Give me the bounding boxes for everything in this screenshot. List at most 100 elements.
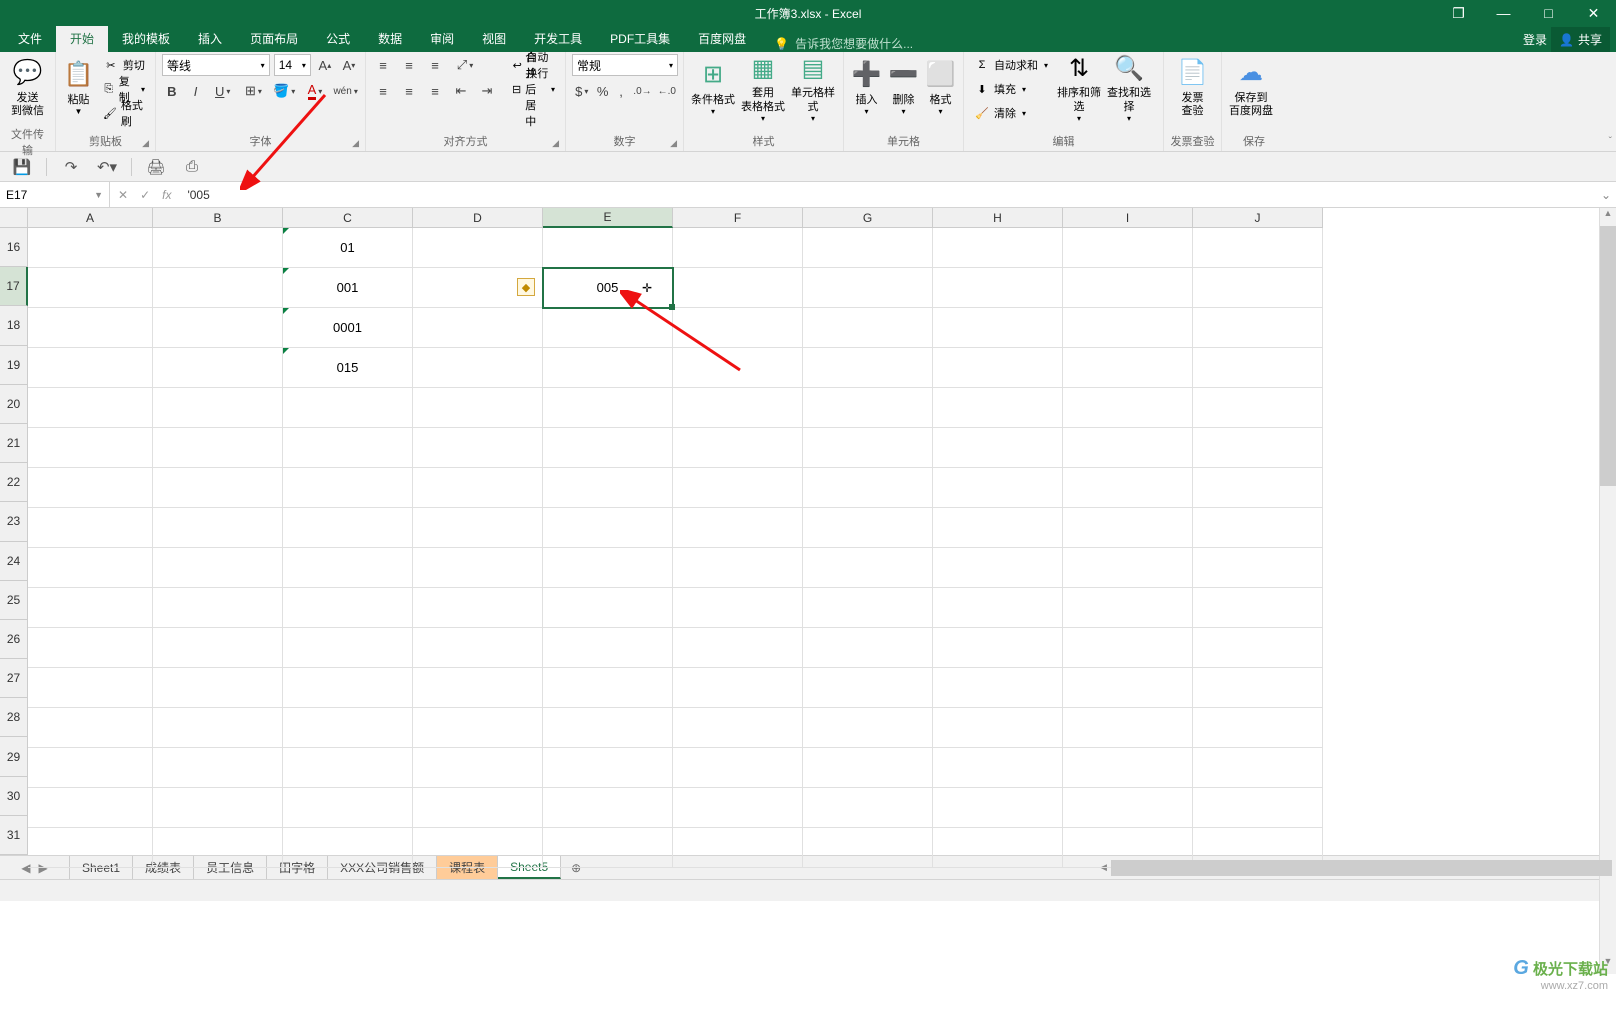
cell-J25[interactable] [1193, 588, 1323, 628]
cell-D26[interactable] [413, 628, 543, 668]
cell-G26[interactable] [803, 628, 933, 668]
cell-G24[interactable] [803, 548, 933, 588]
fill-color-button[interactable]: 🪣▾ [271, 80, 298, 102]
cell-F22[interactable] [673, 468, 803, 508]
cell-F29[interactable] [673, 748, 803, 788]
column-header-A[interactable]: A [28, 208, 153, 228]
cell-E29[interactable] [543, 748, 673, 788]
cell-H22[interactable] [933, 468, 1063, 508]
cell-I27[interactable] [1063, 668, 1193, 708]
cell-F30[interactable] [673, 788, 803, 828]
cell-E16[interactable] [543, 228, 673, 268]
cell-E22[interactable] [543, 468, 673, 508]
cell-I18[interactable] [1063, 308, 1193, 348]
fill-button[interactable]: ⬇填充▾ [970, 78, 1052, 100]
cell-B27[interactable] [153, 668, 283, 708]
cell-A22[interactable] [28, 468, 153, 508]
conditional-format-button[interactable]: ⊞条件格式▾ [690, 54, 736, 124]
cell-F23[interactable] [673, 508, 803, 548]
cell-J20[interactable] [1193, 388, 1323, 428]
cell-B25[interactable] [153, 588, 283, 628]
cell-F21[interactable] [673, 428, 803, 468]
number-format-combo[interactable]: 常规▾ [572, 54, 678, 76]
cell-C30[interactable] [283, 788, 413, 828]
cell-H26[interactable] [933, 628, 1063, 668]
row-header-29[interactable]: 29 [0, 737, 28, 776]
print-button[interactable]: ⎙ [180, 155, 204, 179]
launcher-icon[interactable]: ◢ [352, 138, 359, 149]
cell-G23[interactable] [803, 508, 933, 548]
cell-C28[interactable] [283, 708, 413, 748]
cell-H21[interactable] [933, 428, 1063, 468]
cell-H29[interactable] [933, 748, 1063, 788]
column-header-B[interactable]: B [153, 208, 283, 228]
cell-G19[interactable] [803, 348, 933, 388]
cell-C26[interactable] [283, 628, 413, 668]
cell-J19[interactable] [1193, 348, 1323, 388]
border-button[interactable]: ⊞▾ [240, 80, 267, 102]
italic-button[interactable]: I [186, 80, 206, 102]
percent-button[interactable]: % [595, 80, 609, 102]
cell-A16[interactable] [28, 228, 153, 268]
close-button[interactable]: ✕ [1571, 0, 1616, 26]
cell-F20[interactable] [673, 388, 803, 428]
cell-F25[interactable] [673, 588, 803, 628]
clear-button[interactable]: 🧹清除▾ [970, 102, 1052, 124]
cell-style-button[interactable]: ▤单元格样式▾ [790, 54, 836, 124]
column-header-C[interactable]: C [283, 208, 413, 228]
cell-J30[interactable] [1193, 788, 1323, 828]
launcher-icon[interactable]: ◢ [142, 138, 149, 149]
cell-J18[interactable] [1193, 308, 1323, 348]
select-all-corner[interactable] [0, 208, 28, 228]
cell-I19[interactable] [1063, 348, 1193, 388]
insert-cells-button[interactable]: ➕插入▾ [850, 54, 883, 124]
cell-D29[interactable] [413, 748, 543, 788]
ribbon-display-options-icon[interactable]: ❐ [1436, 0, 1481, 26]
cell-J29[interactable] [1193, 748, 1323, 788]
cell-I16[interactable] [1063, 228, 1193, 268]
decrease-decimal-button[interactable]: ←.0 [657, 80, 677, 102]
cell-H24[interactable] [933, 548, 1063, 588]
cell-C19[interactable]: 015 [283, 348, 413, 388]
sort-filter-button[interactable]: ⇅排序和筛选▾ [1056, 54, 1102, 124]
maximize-button[interactable]: □ [1526, 0, 1571, 26]
tab-data[interactable]: 数据 [364, 25, 416, 52]
orientation-button[interactable]: ⤢▾ [450, 54, 480, 76]
cell-E31[interactable] [543, 828, 673, 868]
cell-J28[interactable] [1193, 708, 1323, 748]
row-header-21[interactable]: 21 [0, 424, 28, 463]
cell-I21[interactable] [1063, 428, 1193, 468]
tab-review[interactable]: 审阅 [416, 25, 468, 52]
cell-A20[interactable] [28, 388, 153, 428]
cell-I23[interactable] [1063, 508, 1193, 548]
cell-H17[interactable] [933, 268, 1063, 308]
cell-F16[interactable] [673, 228, 803, 268]
increase-decimal-button[interactable]: .0→ [632, 80, 652, 102]
cell-B28[interactable] [153, 708, 283, 748]
comma-button[interactable]: , [614, 80, 628, 102]
undo-button[interactable]: ↶▾ [95, 155, 119, 179]
cell-H28[interactable] [933, 708, 1063, 748]
cell-H25[interactable] [933, 588, 1063, 628]
undo-redo-button[interactable]: ↷ [59, 155, 83, 179]
cell-F28[interactable] [673, 708, 803, 748]
expand-formula-bar-icon[interactable]: ⌄ [1596, 182, 1616, 207]
font-size-combo[interactable]: 14▾ [274, 54, 311, 76]
print-preview-button[interactable]: 🖨 [144, 155, 168, 179]
row-header-28[interactable]: 28 [0, 698, 28, 737]
cell-J17[interactable] [1193, 268, 1323, 308]
cell-C29[interactable] [283, 748, 413, 788]
cell-A31[interactable] [28, 828, 153, 868]
cell-D28[interactable] [413, 708, 543, 748]
row-header-22[interactable]: 22 [0, 463, 28, 502]
cell-J16[interactable] [1193, 228, 1323, 268]
row-header-27[interactable]: 27 [0, 659, 28, 698]
cell-G28[interactable] [803, 708, 933, 748]
tab-developer[interactable]: 开发工具 [520, 25, 596, 52]
scrollbar-thumb[interactable] [1112, 860, 1612, 876]
row-header-19[interactable]: 19 [0, 346, 28, 385]
cell-E26[interactable] [543, 628, 673, 668]
cell-J26[interactable] [1193, 628, 1323, 668]
cell-D18[interactable] [413, 308, 543, 348]
cell-B21[interactable] [153, 428, 283, 468]
